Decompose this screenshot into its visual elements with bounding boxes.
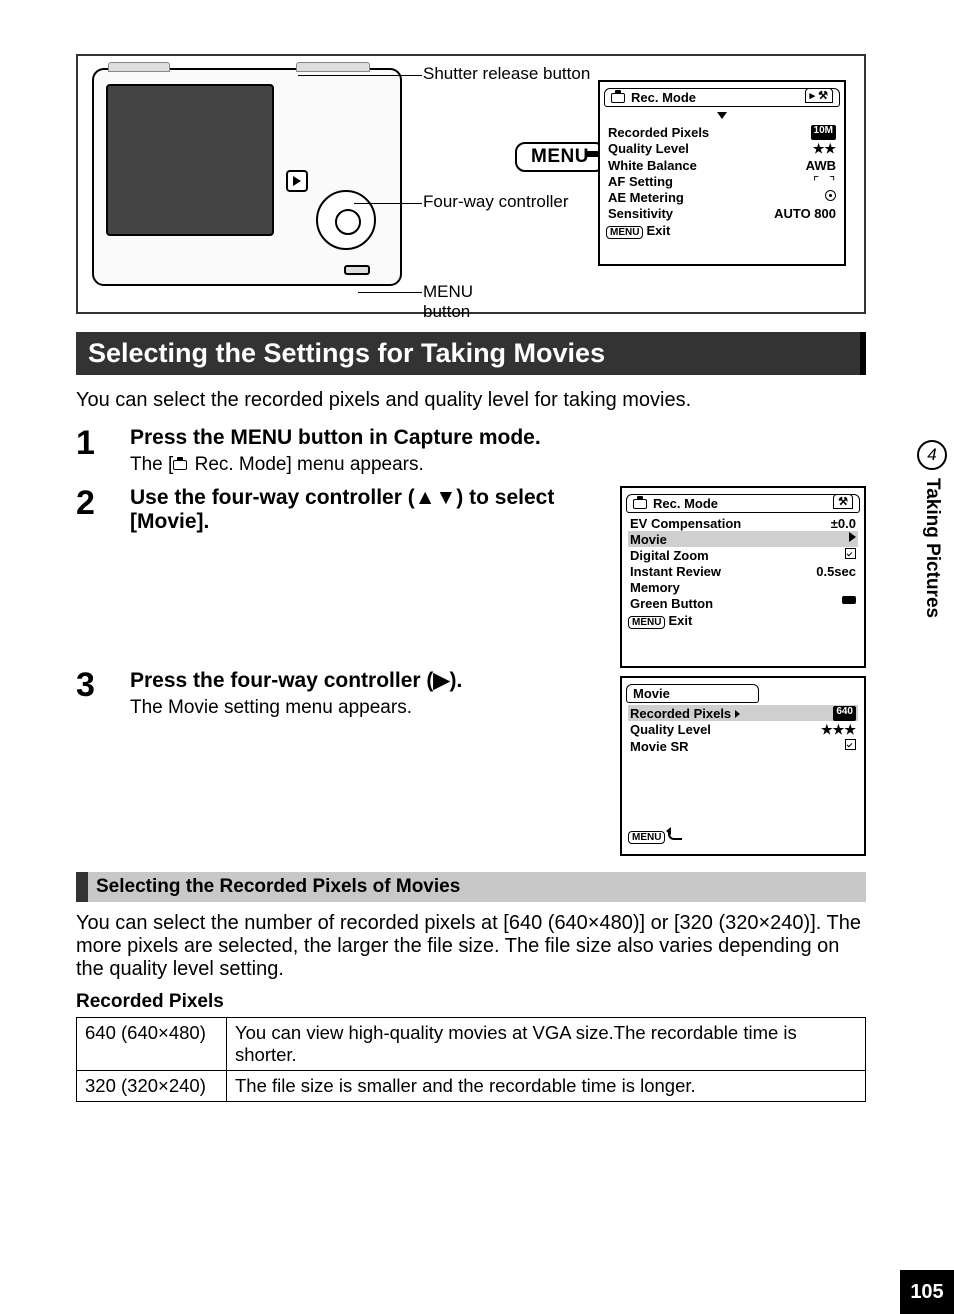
camera-icon: [173, 460, 187, 470]
page-number: 105: [900, 1270, 954, 1314]
chapter-tab: 4 Taking Pictures: [910, 440, 954, 720]
step-1-title: Press the MENU button in Capture mode.: [130, 426, 866, 450]
green-button-icon: [842, 596, 856, 604]
tool-tab-icon: ⚒: [833, 494, 853, 509]
step-2-title: Use the four-way controller (▲▼) to sele…: [130, 486, 608, 534]
menu-button-icon: [344, 265, 370, 275]
lcd1-title: Rec. Mode: [631, 90, 696, 105]
chevron-down-icon: [717, 112, 727, 119]
step-3-title: Press the four-way controller (▶).: [130, 668, 608, 693]
table-row: 640 (640×480) You can view high-quality …: [77, 1018, 866, 1071]
label-menu-button: MENU button: [423, 282, 473, 322]
sub-heading: Selecting the Recorded Pixels of Movies: [76, 872, 866, 902]
menu-keycap: MENU: [515, 142, 605, 172]
camera-icon: [611, 93, 625, 103]
chevron-right-icon: [735, 710, 740, 718]
check-icon: [845, 548, 856, 559]
label-fourway: Four-way controller: [423, 192, 573, 212]
dpad-icon: [316, 190, 376, 250]
step-2: 2 Use the four-way controller (▲▼) to se…: [76, 486, 608, 538]
lcd3-title: Movie: [633, 686, 670, 701]
chapter-title: Taking Pictures: [921, 478, 943, 618]
label-shutter: Shutter release button: [423, 64, 593, 84]
section-heading: Selecting the Settings for Taking Movies: [76, 332, 866, 375]
lcd-rec-mode-1: Rec. Mode ▸ ⚒ Recorded Pixels10M Quality…: [598, 80, 846, 266]
lcd-movie: Movie Recorded Pixels 640 Quality Level★…: [620, 676, 866, 856]
step-1-desc: The [ Rec. Mode] menu appears.: [130, 454, 866, 476]
table-title: Recorded Pixels: [76, 991, 866, 1013]
camera-lcd: [106, 84, 274, 236]
lcd-rec-mode-2: Rec. Mode ⚒ EV Compensation±0.0 Movie Di…: [620, 486, 866, 668]
step-3-desc: The Movie setting menu appears.: [130, 697, 608, 719]
sub-paragraph: You can select the number of recorded pi…: [76, 912, 866, 981]
lcd2-title: Rec. Mode: [653, 496, 718, 511]
chevron-right-icon: [849, 532, 856, 542]
back-icon: [668, 830, 682, 840]
play-button-icon: [286, 170, 308, 192]
tool-tab-icon: ▸ ⚒: [805, 88, 833, 103]
metering-icon: [825, 190, 836, 201]
chapter-number: 4: [917, 440, 947, 470]
recorded-pixels-table: 640 (640×480) You can view high-quality …: [76, 1017, 866, 1102]
table-row: 320 (320×240) The file size is smaller a…: [77, 1071, 866, 1102]
intro-paragraph: You can select the recorded pixels and q…: [76, 389, 866, 412]
check-icon: [845, 739, 856, 750]
camera-icon: [633, 499, 647, 509]
step-1: 1 Press the MENU button in Capture mode.…: [76, 426, 866, 476]
camera-diagram: Shutter release button Four-way controll…: [76, 54, 866, 314]
camera-body-illustration: Shutter release button Four-way controll…: [92, 68, 402, 286]
step-3: 3 Press the four-way controller (▶). The…: [76, 668, 608, 719]
